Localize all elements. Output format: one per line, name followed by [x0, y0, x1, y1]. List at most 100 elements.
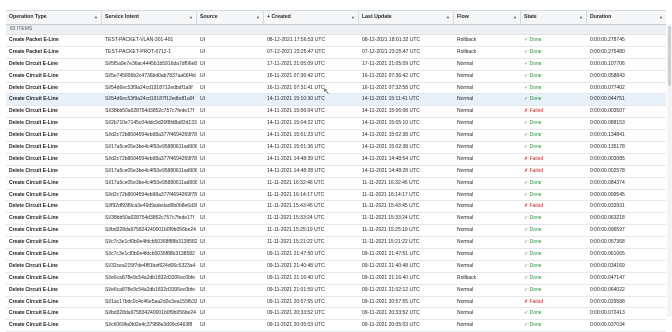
table-cell: 11-11-2021 16:14:17 UTC — [362, 191, 420, 198]
table-cell: 08-12-2021 17:56:53 UTC — [267, 37, 326, 43]
scrollbar-thumb[interactable] — [668, 26, 671, 86]
table-cell: UI — [200, 203, 205, 210]
table-row[interactable]: Delete Circuit E-Line SI/f92df93f9ca3e49d… — [6, 201, 666, 214]
table-cell: 14-11-2021 14:48:39 UTC — [267, 155, 325, 162]
table-cell: UI — [200, 108, 205, 115]
table-cell: Normal — [457, 227, 474, 234]
table-row[interactable]: Create Circuit E-Line SI/c7c3e1cf0b0e4fdc… — [6, 249, 666, 261]
table-cell: Normal — [457, 144, 474, 151]
table-cell: 14-11-2021 15:06:08 UTC — [362, 108, 420, 115]
table-row[interactable]: Create Circuit E-Line SI/5e745896b2c4736b… — [6, 71, 666, 83]
table-cell: SI/38bb50a028754d3852c757c7fede17f — [105, 108, 194, 115]
table-cell: SI/bd328da975824240001b0f9b056be24 — [105, 227, 196, 234]
table-cell: Create Circuit E-Line — [9, 251, 59, 258]
table-cell: 0:00:00.057368 — [590, 239, 625, 246]
table-cell: ✗ Failed — [524, 203, 544, 210]
table-row[interactable]: Create Circuit E-Line SI/c7c3e1cf0b0e4fdc… — [6, 237, 666, 250]
table-cell: 09-11-2021 21:16:40 UTC — [267, 274, 325, 281]
table-cell: 0:00:00.003085 — [590, 155, 625, 162]
table-row[interactable]: Delete Circuit E-Line SI/32cea215f7de4f81… — [6, 261, 666, 273]
column-header-6[interactable]: State ▼ — [521, 11, 587, 24]
table-cell: 17-11-2021 21:05:09 UTC — [267, 60, 325, 67]
table-row[interactable]: Delete Circuit E-Line SI/e6ca878e9c54a2db… — [6, 285, 666, 297]
column-header-7[interactable]: Duration ▼ — [587, 11, 666, 24]
table-row[interactable]: Delete Circuit E-Line SI/38bb50a028754d38… — [6, 106, 666, 119]
table-row[interactable]: Create Packet E-Line TEST-PACKET-PROT-071… — [6, 47, 666, 59]
table-cell: Delete Circuit E-Line — [9, 144, 58, 151]
table-cell: SI/1ac17bdc0c4c46e5aa2d2e3ea155fb33 — [105, 298, 197, 305]
table-cell: ✓ Done — [524, 144, 542, 151]
table-body: Create Packet E-Line TEST-PACKET-VLAN-301… — [6, 35, 666, 332]
table-row[interactable]: Delete Circuit E-Line SI/2b710e7145c04ddc… — [6, 118, 666, 131]
table-cell: ✓ Done — [524, 132, 542, 139]
table-cell: SI/d2c72b8604594eb98a377f4694269f78 — [105, 132, 197, 139]
table-cell: Normal — [457, 96, 474, 103]
table-cell: ✗ Failed — [524, 155, 544, 162]
table-cell: 09-11-2021 20:57:55 UTC — [362, 298, 420, 305]
column-menu-icon[interactable]: ▼ — [256, 11, 260, 24]
column-header-2[interactable]: Source ▼ — [197, 11, 264, 24]
column-header-5[interactable]: Flow ▼ — [454, 11, 521, 24]
table-cell: Create Circuit E-Line — [9, 239, 59, 246]
table-cell: ✓ Done — [524, 286, 542, 293]
table-row[interactable]: Create Circuit E-Line SI/54d6ec53f9a24cd1… — [6, 94, 666, 107]
table-row[interactable]: Delete Circuit E-Line SI/54d6ec53f9a24cd1… — [6, 83, 666, 95]
column-menu-icon[interactable]: ▼ — [189, 11, 193, 24]
column-header-4[interactable]: Last Update ▼ — [359, 11, 454, 24]
table-cell: ✓ Done — [524, 84, 542, 91]
table-cell: Rollback — [457, 37, 477, 43]
table-cell: ✓ Done — [524, 227, 542, 234]
table-cell: Create Circuit E-Line — [9, 274, 59, 281]
column-menu-icon[interactable]: ▼ — [579, 11, 583, 24]
table-cell: UI — [200, 37, 205, 43]
table-cell: 11-11-2021 16:32:46 UTC — [267, 179, 325, 186]
table-cell: UI — [200, 191, 205, 198]
table-cell: 0:00:00.278745 — [590, 37, 625, 43]
column-header-3[interactable]: + Created ▼ — [264, 11, 359, 24]
table-cell: Create Circuit E-Line — [9, 215, 59, 222]
column-header-1[interactable]: Service Intent ▼ — [102, 11, 197, 24]
table-row[interactable]: Create Circuit E-Line SI/1ac17bdc0c4c46e5… — [6, 297, 666, 309]
table-row[interactable]: Delete Circuit E-Line SI/d2c72b8604594eb9… — [6, 154, 666, 166]
table-row[interactable]: Delete Circuit E-Line SI/5f5a9e7e36ac4445… — [6, 59, 666, 71]
table-cell: 11-11-2021 15:43:45 UTC — [267, 203, 325, 210]
table-cell: 16-11-2021 07:36:42 UTC — [362, 72, 420, 79]
column-menu-icon[interactable]: ▼ — [659, 11, 663, 24]
table-cell: Normal — [457, 203, 474, 210]
table-row[interactable]: Create Packet E-Line TEST-PACKET-VLAN-301… — [6, 35, 666, 47]
column-menu-icon[interactable]: ▼ — [446, 11, 450, 24]
table-cell: 0:00:00.135178 — [590, 144, 625, 151]
column-menu-icon[interactable]: ▼ — [94, 11, 98, 24]
table-row[interactable]: Create Circuit E-Line SI/c6069fa0fd2e4c37… — [6, 320, 666, 332]
table-cell: 14-11-2021 14:48:28 UTC — [267, 167, 325, 174]
table-cell: 0:00:00.088153 — [590, 120, 625, 127]
table-cell: SI/17a5ce05e3be4c4f93e95880611ad908 — [105, 167, 197, 174]
table-row[interactable]: Create Circuit E-Line SI/d2c72b8604594eb9… — [6, 190, 666, 202]
table-row[interactable]: Delete Circuit E-Line SI/17a5ce05e3be4c4f… — [6, 142, 666, 154]
table-cell: ✓ Done — [524, 215, 542, 222]
table-cell: 14-11-2021 15:01:36 UTC — [267, 144, 325, 151]
table-cell: ✓ Done — [524, 72, 542, 79]
table-cell: ✓ Done — [524, 96, 542, 103]
table-cell: UI — [200, 96, 205, 103]
table-row[interactable]: Delete Circuit E-Line SI/d2c72b8604594eb9… — [6, 130, 666, 143]
table-row[interactable]: Create Circuit E-Line SI/e6ca878e9c54a2db… — [6, 273, 666, 285]
table-row[interactable]: Delete Circuit E-Line SI/17a5ce05e3be4c4f… — [6, 166, 666, 178]
table-cell: SI/5e745896b2c4736bd0ab7837aa66f4d — [105, 72, 196, 79]
table-row[interactable]: Create Circuit E-Line SI/bd328da975824240… — [6, 225, 666, 238]
table-cell: 14-11-2021 15:02:38 UTC — [362, 132, 420, 139]
table-cell: Normal — [457, 120, 474, 127]
table-cell: 0:00:00.084374 — [590, 179, 625, 186]
table-cell: 0:00:00.044751 — [590, 96, 625, 103]
column-menu-icon[interactable]: ▼ — [513, 11, 517, 24]
table-row[interactable]: Create Circuit E-Line SI/17a5ce05e3be4c4f… — [6, 178, 666, 190]
table-cell: ✓ Done — [524, 310, 542, 317]
column-menu-icon[interactable]: ▼ — [351, 11, 355, 24]
column-header-0[interactable]: Operation Type ▼ — [6, 11, 102, 24]
table-cell: 07-12-2021 23:25:47 UTC — [267, 48, 326, 55]
table-row[interactable]: Create Circuit E-Line SI/38bb50a028754d38… — [6, 213, 666, 226]
table-cell: ✓ Done — [524, 262, 542, 269]
table-cell: UI — [200, 120, 205, 127]
table-cell: ✗ Failed — [524, 298, 544, 305]
table-cell: 09-11-2021 20:05:03 UTC — [267, 322, 325, 329]
